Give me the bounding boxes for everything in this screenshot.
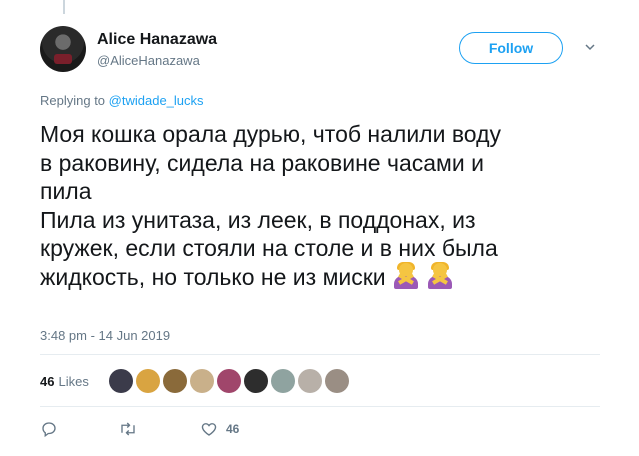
liker-avatars	[108, 369, 349, 393]
avatar[interactable]	[40, 26, 86, 72]
likes-label[interactable]: Likes	[58, 374, 88, 389]
reply-button[interactable]	[40, 420, 58, 438]
replying-mention-link[interactable]: @twidade_lucks	[109, 93, 204, 108]
liker-avatar[interactable]	[324, 369, 349, 393]
person-gesturing-no-emoji	[392, 261, 420, 289]
liker-avatar[interactable]	[108, 369, 133, 393]
chevron-down-icon[interactable]	[585, 42, 595, 52]
follow-button[interactable]: Follow	[459, 32, 563, 64]
heart-icon	[201, 423, 217, 436]
likes-row: 46 Likes	[40, 366, 349, 396]
tweet-header: Alice Hanazawa @AliceHanazawa Follow	[40, 26, 610, 78]
divider	[40, 354, 600, 355]
liker-avatar[interactable]	[216, 369, 241, 393]
retweet-icon	[121, 422, 135, 436]
likes-count[interactable]: 46	[40, 374, 54, 389]
author-name[interactable]: Alice Hanazawa	[97, 31, 217, 49]
liker-avatar[interactable]	[270, 369, 295, 393]
liker-avatar[interactable]	[189, 369, 214, 393]
reply-icon	[42, 422, 56, 438]
retweet-button[interactable]	[118, 420, 138, 438]
tweet-text: Моя кошка орала дурью, чтоб налили воду …	[40, 120, 610, 291]
like-count: 46	[226, 422, 240, 436]
replying-to: Replying to @twidade_lucks	[40, 93, 204, 108]
liker-avatar[interactable]	[243, 369, 268, 393]
like-button[interactable]: 46	[200, 420, 239, 438]
thread-connector-line	[63, 0, 65, 14]
liker-avatar[interactable]	[135, 369, 160, 393]
divider	[40, 406, 600, 407]
tweet-timestamp[interactable]: 3:48 pm - 14 Jun 2019	[40, 328, 170, 343]
replying-prefix: Replying to	[40, 93, 106, 108]
person-gesturing-no-emoji	[426, 261, 454, 289]
liker-avatar[interactable]	[297, 369, 322, 393]
author-handle[interactable]: @AliceHanazawa	[97, 53, 200, 68]
liker-avatar[interactable]	[162, 369, 187, 393]
